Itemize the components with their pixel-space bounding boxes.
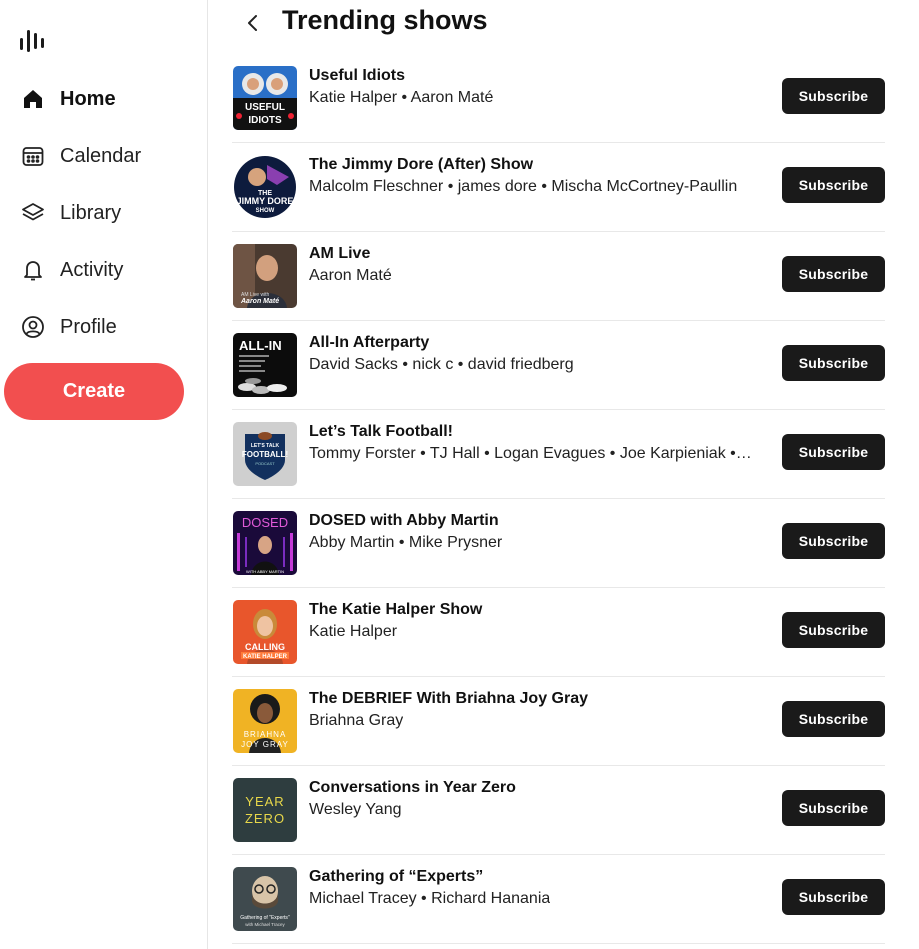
show-hosts: David Sacks • nick c • david friedberg: [309, 356, 574, 373]
show-title: Conversations in Year Zero: [309, 779, 516, 796]
show-row[interactable]: USEFUL IDIOTS Useful Idiots Katie Halper…: [232, 54, 885, 143]
svg-text:PODCAST: PODCAST: [255, 461, 275, 466]
svg-text:IDIOTS: IDIOTS: [248, 115, 282, 126]
show-title: Let’s Talk Football!: [309, 423, 454, 440]
nav-label-library: Library: [60, 201, 122, 224]
show-row[interactable]: DOSED WITH ABBY MARTIN DOSED with Abby M…: [232, 499, 885, 588]
show-title: Gathering of “Experts”: [309, 868, 484, 885]
home-icon: [20, 86, 46, 112]
profile-icon: [20, 314, 46, 340]
svg-text:YEAR: YEAR: [245, 794, 284, 809]
show-artwork[interactable]: DOSED WITH ABBY MARTIN: [233, 511, 297, 575]
show-artwork[interactable]: ALL-IN: [233, 333, 297, 397]
svg-text:USEFUL: USEFUL: [245, 102, 285, 113]
svg-text:Aaron Maté: Aaron Maté: [240, 298, 279, 305]
subscribe-button[interactable]: Subscribe: [782, 879, 885, 915]
show-title: The Katie Halper Show: [309, 601, 483, 618]
show-hosts: Katie Halper: [309, 623, 398, 640]
svg-text:KATIE HALPER: KATIE HALPER: [243, 654, 288, 660]
subscribe-button[interactable]: Subscribe: [782, 434, 885, 470]
nav-item-activity[interactable]: Activity: [20, 253, 123, 287]
subscribe-button[interactable]: Subscribe: [782, 167, 885, 203]
app-logo-icon[interactable]: [20, 30, 46, 52]
show-artwork[interactable]: BRIAHNA JOY GRAY: [233, 689, 297, 753]
subscribe-button[interactable]: Subscribe: [782, 256, 885, 292]
subscribe-button[interactable]: Subscribe: [782, 345, 885, 381]
page-title: Trending shows: [282, 5, 488, 35]
show-row[interactable]: LET'S TALK FOOTBALL! PODCAST Let’s Talk …: [232, 410, 885, 499]
svg-text:with Michael Tracey: with Michael Tracey: [245, 922, 285, 927]
show-row[interactable]: YEAR ZERO Conversations in Year Zero Wes…: [232, 766, 885, 855]
show-title: The DEBRIEF With Briahna Joy Gray: [309, 690, 589, 707]
create-button[interactable]: Create: [4, 363, 184, 420]
svg-text:FOOTBALL!: FOOTBALL!: [242, 450, 288, 459]
svg-text:ZERO: ZERO: [245, 811, 285, 826]
show-artwork[interactable]: AM Live with Aaron Maté: [233, 244, 297, 308]
subscribe-button[interactable]: Subscribe: [782, 612, 885, 648]
show-hosts: Katie Halper • Aaron Maté: [309, 89, 494, 106]
subscribe-button[interactable]: Subscribe: [782, 523, 885, 559]
nav-label-home: Home: [60, 87, 116, 110]
show-row[interactable]: CALLING KATIE HALPER The Katie Halper Sh…: [232, 588, 885, 677]
svg-text:CALLING: CALLING: [245, 642, 285, 652]
calendar-icon: [20, 143, 46, 169]
subscribe-button[interactable]: Subscribe: [782, 790, 885, 826]
nav-item-home[interactable]: Home: [20, 82, 116, 116]
show-row[interactable]: THE JIMMY DORE SHOW The Jimmy Dore (Afte…: [232, 143, 885, 232]
nav-label-profile: Profile: [60, 315, 117, 338]
show-row[interactable]: ALL-IN All-In Afterparty David Sacks • n…: [232, 321, 885, 410]
svg-text:LET'S TALK: LET'S TALK: [251, 443, 280, 449]
show-hosts: Aaron Maté: [309, 267, 392, 284]
svg-text:DOSED: DOSED: [242, 515, 288, 530]
show-title: All-In Afterparty: [309, 334, 430, 351]
show-title: DOSED with Abby Martin: [309, 512, 499, 529]
svg-text:BRIAHNA: BRIAHNA: [244, 730, 287, 739]
sidebar: Home Calendar Library Activity Profile C…: [0, 0, 208, 949]
svg-text:WITH ABBY MARTIN: WITH ABBY MARTIN: [246, 569, 284, 574]
subscribe-button[interactable]: Subscribe: [782, 701, 885, 737]
show-row[interactable]: Gathering of "Experts" with Michael Trac…: [232, 855, 885, 944]
subscribe-button[interactable]: Subscribe: [782, 78, 885, 114]
show-row[interactable]: AM Live with Aaron Maté AM Live Aaron Ma…: [232, 232, 885, 321]
svg-text:Gathering of "Experts": Gathering of "Experts": [240, 915, 290, 921]
show-title: The Jimmy Dore (After) Show: [309, 156, 534, 173]
svg-text:SHOW: SHOW: [256, 208, 275, 214]
show-hosts: Abby Martin • Mike Prysner: [309, 534, 503, 551]
nav-label-activity: Activity: [60, 258, 124, 281]
show-row[interactable]: BRIAHNA JOY GRAY The DEBRIEF With Briahn…: [232, 677, 885, 766]
svg-text:JOY GRAY: JOY GRAY: [241, 740, 289, 749]
show-artwork[interactable]: CALLING KATIE HALPER: [233, 600, 297, 664]
bell-icon: [20, 257, 46, 283]
main-content: Trending shows USEFUL IDIOTS Useful Idio…: [208, 0, 919, 949]
show-title: AM Live: [309, 245, 371, 262]
show-hosts: Michael Tracey • Richard Hanania: [309, 890, 551, 907]
nav-label-calendar: Calendar: [60, 144, 142, 167]
show-hosts: Briahna Gray: [309, 712, 404, 729]
page-header: Trending shows: [208, 0, 908, 46]
show-artwork[interactable]: Gathering of "Experts" with Michael Trac…: [233, 867, 297, 931]
show-artwork[interactable]: USEFUL IDIOTS: [233, 66, 297, 130]
show-artwork[interactable]: THE JIMMY DORE SHOW: [233, 155, 297, 219]
show-hosts: Wesley Yang: [309, 801, 402, 818]
show-artwork[interactable]: YEAR ZERO: [233, 778, 297, 842]
nav-item-profile[interactable]: Profile: [20, 310, 117, 344]
svg-text:JIMMY DORE: JIMMY DORE: [237, 196, 294, 206]
svg-text:ALL-IN: ALL-IN: [239, 338, 282, 353]
nav-item-calendar[interactable]: Calendar: [20, 139, 141, 173]
nav-item-library[interactable]: Library: [20, 196, 121, 230]
chevron-left-icon[interactable]: [242, 12, 264, 34]
show-hosts: Malcolm Fleschner • james dore • Mischa …: [309, 178, 738, 195]
show-title: Useful Idiots: [309, 67, 406, 84]
show-hosts: Tommy Forster • TJ Hall • Logan Evagues …: [309, 445, 753, 462]
show-artwork[interactable]: LET'S TALK FOOTBALL! PODCAST: [233, 422, 297, 486]
library-icon: [20, 200, 46, 226]
